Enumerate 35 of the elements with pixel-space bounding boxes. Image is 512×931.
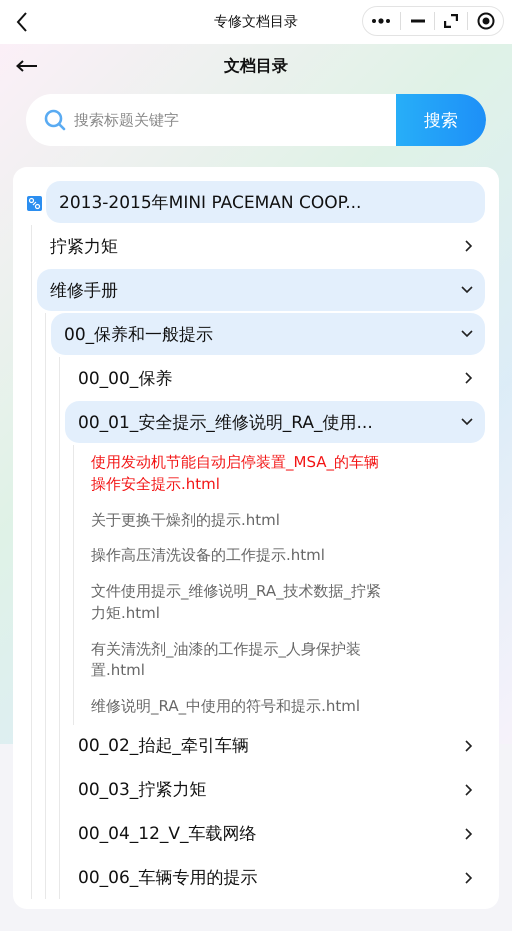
chevron-right-icon [465, 828, 473, 840]
document-link[interactable]: 有关清洗剂_油漆的工作提示_人身保护装置.html [91, 638, 393, 682]
tree-item[interactable]: 维修手册 [37, 269, 485, 311]
tree-item[interactable]: 00_01_安全提示_维修说明_RA_使用... [65, 401, 485, 443]
tree-root-item[interactable]: 2013-2015年MINI PACEMAN COOP... [46, 181, 485, 223]
document-link[interactable]: 维修说明_RA_中使用的符号和提示.html [91, 696, 393, 718]
resize-icon[interactable] [444, 14, 458, 28]
document-link[interactable]: 操作高压清洗设备的工作提示.html [91, 545, 393, 567]
chevron-right-icon [465, 740, 473, 752]
tree-item[interactable]: 00_03_拧紧力矩 [65, 768, 485, 811]
header-title: 文档目录 [224, 56, 288, 76]
document-link[interactable]: 文件使用提示_维修说明_RA_技术数据_拧紧力矩.html [91, 581, 393, 624]
chevron-down-icon [461, 418, 473, 426]
page-title: 专修文档目录 [214, 13, 298, 31]
chevron-right-icon [465, 784, 473, 796]
tree-item[interactable]: 00_00_保养 [65, 357, 485, 399]
document-link[interactable]: 使用发动机节能自动启停装置_MSA_的车辆操作安全提示.html [91, 452, 393, 496]
tree-item[interactable]: 00_保养和一般提示 [51, 313, 485, 355]
tree-item[interactable]: 00_04_12_V_车载网络 [65, 812, 485, 855]
more-icon[interactable] [371, 17, 392, 25]
chevron-down-icon [461, 286, 473, 294]
close-icon[interactable] [476, 12, 495, 30]
tree-item[interactable]: 00_02_抬起_牵引车辆 [65, 724, 485, 767]
document-link[interactable]: 关于更换干燥剂的提示.html [91, 510, 393, 532]
minimize-icon[interactable] [410, 19, 426, 23]
chevron-right-icon [465, 372, 473, 384]
chevron-down-icon [461, 330, 473, 338]
tree-item[interactable]: 00_06_车辆专用的提示 [65, 856, 485, 899]
back-icon[interactable] [16, 12, 28, 32]
chevron-right-icon [465, 872, 473, 884]
back-arrow-icon[interactable] [16, 60, 38, 72]
structure-icon [27, 196, 42, 210]
tree-item[interactable]: 拧紧力矩 [37, 225, 485, 267]
chevron-right-icon [465, 240, 473, 252]
search-field[interactable]: 搜索标题关键字 [26, 94, 396, 146]
